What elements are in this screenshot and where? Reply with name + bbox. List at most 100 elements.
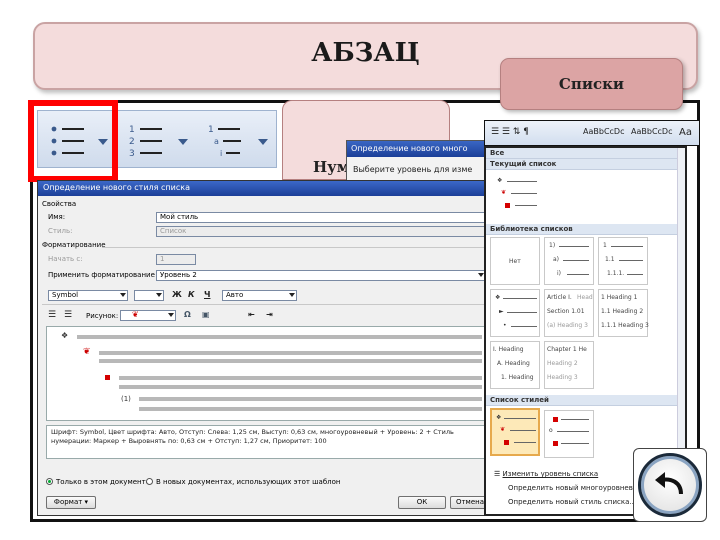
multilevel-list-button[interactable]: 1 a i: [206, 119, 272, 163]
bulleted-format-icon[interactable]: ☰: [64, 310, 72, 320]
properties-section: Свойства: [42, 200, 77, 208]
define-multilevel-text: Выберите уровень для изме: [353, 165, 473, 174]
image-icon[interactable]: ▣: [202, 310, 210, 319]
style-my-style[interactable]: ❖ ❦: [490, 408, 540, 456]
item-text: 1.1.1.: [607, 270, 625, 277]
list-line: [559, 246, 589, 247]
underline-button[interactable]: Ч: [204, 290, 210, 299]
level3-bullet-icon: [105, 375, 110, 380]
font-select[interactable]: Symbol: [48, 290, 128, 301]
start-label: Начать с:: [48, 255, 83, 263]
item-text: I. Heading: [493, 346, 524, 353]
radio-this-document[interactable]: Только в этом документе: [46, 478, 150, 486]
style-heading[interactable]: Aa: [679, 127, 692, 138]
level3-bullet-icon: [553, 441, 558, 446]
item-text: 1.1: [605, 256, 615, 263]
highlight-box: [28, 100, 118, 182]
ok-button[interactable]: ОК: [398, 496, 446, 509]
arrow-bullet-icon: ►: [499, 308, 504, 315]
item-text: 1): [549, 242, 556, 249]
svg-text:i: i: [220, 149, 222, 158]
library-bullets[interactable]: ❖ ► •: [490, 289, 540, 337]
font-size-select[interactable]: [134, 290, 164, 301]
library-chapter[interactable]: Chapter 1 He Heading 2 Heading 3: [544, 341, 594, 389]
list-line: [627, 274, 643, 275]
item-text: 1 Heading 1: [601, 294, 638, 301]
format-description: Шрифт: Symbol, Цвет шрифта: Авто, Отступ…: [46, 425, 486, 459]
italic-button[interactable]: К: [188, 290, 195, 299]
style-normal[interactable]: AaBbCcDc: [583, 127, 624, 136]
library-numbered-paren[interactable]: 1) a) i): [544, 237, 594, 285]
preview-line: [139, 397, 482, 401]
level2-bullet-icon: ❦: [500, 426, 506, 433]
list-line: [510, 430, 536, 431]
item-text: i): [557, 270, 562, 277]
chevron-down-icon: [258, 139, 268, 145]
numbering-button[interactable]: 1 2 3: [126, 119, 192, 163]
decrease-indent-icon[interactable]: ⇤: [248, 310, 255, 319]
library-numbered-decimal[interactable]: 1 1.1 1.1.1.: [598, 237, 648, 285]
library-heading-roman[interactable]: I. Heading A. Heading 1. Heading: [490, 341, 540, 389]
style-alternate[interactable]: o: [544, 410, 594, 458]
item-text: (a) Heading 3: [547, 322, 588, 329]
bold-button[interactable]: Ж: [172, 290, 182, 299]
toolbar-divider: [42, 304, 487, 305]
list-styles-header: Список стилей: [486, 395, 677, 406]
numbered-format-icon[interactable]: ☰: [48, 310, 56, 320]
diamond-bullet-icon: ❖: [495, 294, 501, 301]
style-type-field: Список: [156, 226, 486, 237]
color-select[interactable]: Авто: [222, 290, 297, 301]
slide: АБЗАЦ Нум 1 2 3 1 a i Определение нового…: [0, 0, 720, 540]
gallery-filter[interactable]: Все: [486, 148, 677, 159]
styles-ribbon: ☰ ☰ ⇅ ¶ AaBbCcDc AaBbCcDc Aa: [484, 120, 700, 146]
apply-to-select[interactable]: Уровень 2: [156, 270, 486, 281]
current-list-item[interactable]: ❖ ❦: [490, 172, 540, 220]
name-input[interactable]: Мой стиль: [156, 212, 486, 223]
level1-bullet-icon: ❖: [61, 331, 69, 340]
picture-bullet-icon: ❦: [132, 310, 139, 319]
item-text: A. Heading: [497, 360, 530, 367]
list-buttons-icon[interactable]: ☰ ☰ ⇅ ¶: [491, 127, 529, 137]
chevron-down-icon: [156, 293, 162, 297]
picture-select[interactable]: [120, 310, 176, 321]
list-line: [514, 442, 536, 443]
name-label: Имя:: [48, 213, 66, 221]
preview-line: [139, 407, 482, 411]
none-label: Нет: [509, 258, 521, 265]
svg-text:a: a: [214, 137, 219, 146]
item-text: 1. Heading: [501, 374, 534, 381]
library-article[interactable]: Article I. Head Section 1.01 (a) Heading…: [544, 289, 594, 337]
level1-bullet-icon: ❖: [497, 177, 503, 184]
item-text: Article I.: [547, 294, 572, 301]
list-library-header: Библиотека списков: [486, 224, 677, 235]
level2-bullet-icon: o: [549, 427, 553, 434]
picture-label: Рисунок:: [86, 312, 119, 320]
define-multilevel-link[interactable]: Определить новый многоуровневый...: [508, 484, 650, 492]
current-list-header: Текущий список: [486, 159, 677, 170]
dialog-title: Определение нового стиля списка: [38, 181, 491, 196]
item-text: 1.1 Heading 2: [601, 308, 644, 315]
increase-indent-icon[interactable]: ⇥: [266, 310, 273, 319]
style-label: Стиль:: [48, 227, 73, 235]
list-line: [507, 312, 537, 313]
format-button[interactable]: Формат ▾: [46, 496, 96, 509]
undo-button[interactable]: [633, 448, 707, 522]
library-none[interactable]: Нет: [490, 237, 540, 285]
library-heading-numbered[interactable]: 1 Heading 1 1.1 Heading 2 1.1.1 Heading …: [598, 289, 649, 337]
change-list-level-link[interactable]: ☰ Изменить уровень списка: [494, 470, 598, 478]
radio-new-documents[interactable]: В новых документах, использующих этот ша…: [146, 478, 341, 486]
symbol-icon[interactable]: Ω: [184, 310, 191, 319]
list-line: [504, 418, 536, 419]
list-line: [507, 181, 537, 182]
svg-text:1: 1: [129, 125, 135, 135]
preview-line: [119, 385, 482, 389]
style-no-spacing[interactable]: AaBbCcDc: [631, 127, 672, 136]
radio-new-documents-label: В новых документах, использующих этот ша…: [156, 478, 341, 486]
start-at-input[interactable]: 1: [156, 254, 196, 265]
level3-bullet-icon: [504, 440, 509, 445]
lists-tab[interactable]: Списки: [500, 58, 683, 110]
section-divider: [102, 247, 487, 248]
level4-number: (1): [121, 395, 131, 403]
define-list-style-link[interactable]: Определить новый стиль списка...: [508, 498, 636, 506]
chevron-down-icon: [120, 293, 126, 297]
